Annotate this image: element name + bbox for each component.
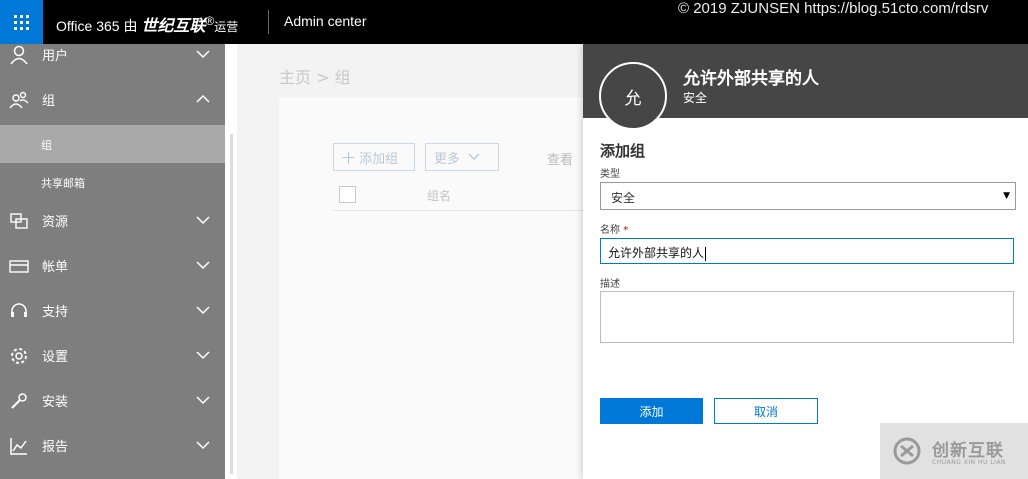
more-label: 更多 — [434, 151, 461, 167]
watermark-logo: 创新互联 CHUANG XIN HU LIAN — [880, 423, 1028, 479]
watermark-sub: CHUANG XIN HU LIAN — [932, 459, 1007, 466]
description-label: 描述 — [600, 279, 620, 290]
section-title: 添加组 — [600, 142, 646, 160]
header-divider — [333, 210, 583, 211]
chevron-up-icon — [196, 94, 210, 103]
sidebar-item-setup[interactable]: 安装 — [0, 379, 225, 424]
view-link[interactable]: 查看 — [547, 149, 573, 168]
brand-prefix: Office 365 由 — [56, 18, 138, 34]
sidebar-item-label: 帐单 — [42, 260, 69, 275]
sidebar-item-resources[interactable]: 资源 — [0, 199, 225, 244]
sidebar-scrollbar[interactable] — [225, 44, 237, 479]
sidebar-item-label: 用户 — [42, 49, 69, 64]
text-caret — [705, 246, 707, 261]
chevron-down-icon — [196, 441, 210, 450]
sidebar-item-label: 组 — [42, 94, 56, 109]
dropdown-arrow-icon: ▼ — [1003, 191, 1010, 201]
description-textarea[interactable] — [600, 291, 1014, 343]
resources-icon — [10, 213, 28, 229]
sidebar: 用户 组 组 共享邮箱 资源 帐单 支持 设置 安装 报告 — [0, 44, 225, 479]
chart-icon — [10, 438, 27, 455]
brand-suffix: 运营 — [214, 20, 239, 34]
wrench-icon — [11, 393, 27, 409]
group-icon — [9, 91, 29, 109]
group-avatar: 允 — [599, 62, 667, 130]
sidebar-item-label: 安装 — [42, 395, 69, 410]
chevron-down-icon — [196, 351, 210, 360]
name-input-value: 允许外部共享的人 — [608, 246, 705, 260]
chevron-down-icon — [196, 261, 210, 270]
sidebar-item-settings[interactable]: 设置 — [0, 334, 225, 379]
sidebar-item-groups[interactable]: 组 — [0, 78, 225, 123]
cancel-button[interactable]: 取消 — [714, 398, 818, 424]
select-all-checkbox[interactable] — [339, 186, 356, 203]
type-select[interactable]: 安全 ▼ — [600, 182, 1016, 210]
sidebar-item-label: 组 — [41, 139, 52, 152]
column-header-group-name[interactable]: 组名 — [427, 187, 451, 204]
headset-icon — [11, 303, 27, 317]
app-name[interactable]: Admin center — [284, 13, 366, 29]
required-asterisk: * — [623, 225, 629, 236]
sidebar-item-users[interactable]: 用户 — [0, 33, 225, 78]
sidebar-item-label: 共享邮箱 — [41, 177, 85, 190]
name-label-text: 名称 — [600, 225, 620, 236]
type-select-value: 安全 — [611, 191, 636, 205]
name-input[interactable]: 允许外部共享的人 — [600, 238, 1014, 264]
sidebar-subitem-shared-mailbox[interactable]: 共享邮箱 — [0, 163, 225, 201]
brand-logo-icon — [893, 437, 921, 465]
breadcrumb[interactable]: 主页 > 组 — [279, 64, 351, 88]
waffle-icon — [14, 14, 29, 30]
sidebar-item-support[interactable]: 支持 — [0, 289, 225, 334]
watermark-text: © 2019 ZJUNSEN https://blog.51cto.com/rd… — [678, 0, 989, 17]
sidebar-item-label: 支持 — [42, 305, 69, 320]
gear-icon — [11, 348, 27, 364]
name-label: 名称 * — [600, 221, 628, 236]
type-label: 类型 — [600, 169, 620, 180]
add-group-button[interactable]: 十 添加组 — [333, 143, 415, 171]
top-divider — [268, 10, 269, 34]
sidebar-item-label: 资源 — [42, 215, 69, 230]
chevron-down-icon — [196, 396, 210, 405]
watermark-name: 创新互联 — [932, 441, 1004, 461]
add-group-label: 十 添加组 — [342, 151, 399, 167]
chevron-down-icon — [196, 216, 210, 225]
more-button[interactable]: 更多 — [425, 143, 499, 171]
sidebar-item-reports[interactable]: 报告 — [0, 424, 225, 469]
sidebar-item-label: 设置 — [42, 350, 69, 365]
chevron-down-icon — [196, 306, 210, 315]
add-group-panel: 允 允许外部共享的人 安全 添加组 类型 安全 ▼ 名称 * 允许外部共享的人 … — [583, 44, 1028, 479]
brand-reg-mark: ® — [205, 14, 215, 29]
sidebar-item-billing[interactable]: 帐单 — [0, 244, 225, 289]
panel-subtitle: 安全 — [683, 91, 708, 105]
chevron-down-icon — [468, 153, 480, 160]
main-content: 主页 > 组 十 添加组 更多 查看 组名 — [237, 44, 583, 479]
chevron-down-icon — [196, 50, 210, 59]
sidebar-item-label: 报告 — [42, 440, 69, 455]
scrollbar-thumb[interactable] — [230, 134, 233, 474]
billing-icon — [9, 260, 29, 273]
panel-title: 允许外部共享的人 — [683, 69, 819, 89]
sidebar-subitem-groups[interactable]: 组 — [0, 125, 225, 163]
user-icon — [10, 45, 28, 65]
add-button[interactable]: 添加 — [600, 398, 703, 424]
